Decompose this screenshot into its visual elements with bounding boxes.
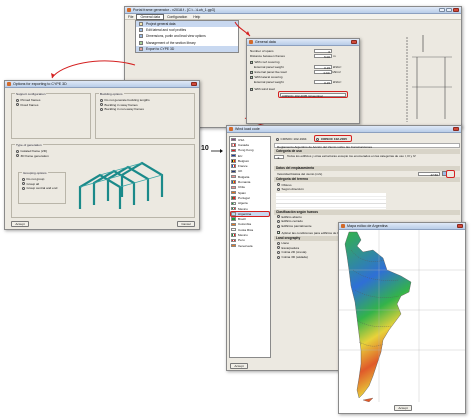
wind-load-title: Wind load code <box>235 127 260 131</box>
mexico-flag-icon <box>231 233 236 237</box>
nonsway-buckling-radio[interactable]: Buckling in non-sway frames <box>100 107 150 112</box>
romania-flag-icon <box>231 180 236 184</box>
number-of-spans-field[interactable]: 6 <box>314 48 332 54</box>
terrain-description <box>276 192 386 209</box>
algeria-flag-icon <box>231 201 236 205</box>
hongkong-flag-icon <box>231 148 236 152</box>
lateral-weight-field[interactable]: 0.15 <box>314 80 332 85</box>
spain-flag-icon <box>231 190 236 195</box>
cirsoc-2005-callout <box>314 135 353 143</box>
venezuela-flag-icon <box>231 243 236 248</box>
export-window: Options for exporting to CYPE 3D Support… <box>4 80 200 230</box>
map-window-icon <box>341 224 345 228</box>
category-select[interactable]: II <box>274 155 284 160</box>
pinned-frames-radio[interactable]: Pinned frames <box>16 98 40 103</box>
isolated-frame-radio[interactable]: Isolated frame (2D) <box>16 149 49 154</box>
cirsoc-1994-radio[interactable]: CIRSOC 102-1994 <box>276 137 306 142</box>
general-data-title: General data <box>255 40 276 44</box>
step-badge: 10 <box>201 145 209 152</box>
wind-code-callout <box>278 91 348 99</box>
3d-generation-radio[interactable]: 3D frame generation <box>16 154 49 159</box>
generation-type-group: Type of generation Isolated frame (2D) 3… <box>11 142 195 218</box>
roof-live-load-row: External panel live load0.60kN/m² <box>250 70 356 75</box>
belgium-flag-icon <box>231 159 236 163</box>
canada-flag-icon <box>231 143 236 147</box>
country-venezuela[interactable]: Venezuela <box>230 243 270 248</box>
export-window-titlebar[interactable]: Options for exporting to CYPE 3D <box>5 81 199 88</box>
chile-flag-icon <box>231 185 236 190</box>
grouping-options-group: Grouping options Do not group Group all … <box>18 170 66 204</box>
uk-flag-icon <box>231 169 236 174</box>
general-data-titlebar[interactable]: General data <box>247 39 359 46</box>
eu-flag-icon <box>231 153 236 158</box>
export-accept-button[interactable]: Accept <box>11 221 29 227</box>
wind-speed-field[interactable]: 47.50 <box>418 171 440 177</box>
export-window-icon <box>7 82 11 86</box>
wind-map-title: Mapa eólico de Argentina <box>347 224 388 228</box>
regulation-text: Reglamento Argentino de Acción del Vient… <box>274 143 460 149</box>
badge-arrow <box>211 149 223 153</box>
general-data-window: General data Number of spans 6 Distance b… <box>246 38 360 124</box>
wind-map-titlebar[interactable]: Mapa eólico de Argentina <box>339 223 465 230</box>
argentina-callout <box>230 210 270 217</box>
peru-flag-icon <box>231 238 236 242</box>
distance-frames-field[interactable]: 5.00 <box>314 54 332 59</box>
cirsoc-2005-radio[interactable]: CIRSOC 102-2005 <box>314 135 353 143</box>
3d-frames-preview <box>78 161 164 209</box>
map-accept-button[interactable]: Accept <box>394 405 412 411</box>
bulgaria-flag-icon <box>231 175 236 179</box>
distance-frames-row: Distance between frames 5.00 m <box>250 54 336 60</box>
usa-flag-icon <box>231 137 236 142</box>
wind-accept-button[interactable]: Accept <box>230 363 248 369</box>
portugal-flag-icon <box>231 196 236 200</box>
wind-window-icon <box>229 127 233 131</box>
fixed-frames-radio[interactable]: Fixed frames <box>16 103 40 108</box>
wind-close-button[interactable] <box>453 126 459 132</box>
category-description: Todos los edificios y otras estructuras … <box>287 154 416 158</box>
lateral-weight-row: External panel weight 0.15 kN/m² <box>254 80 342 86</box>
wind-map-window: Mapa eólico de Argentina Accept <box>338 222 466 414</box>
export-close-button[interactable] <box>191 81 197 87</box>
france-flag-icon <box>231 164 236 168</box>
roof-live-load-field[interactable]: 0.60 <box>313 70 332 75</box>
wind-speed-callout <box>446 170 455 178</box>
argentina-wind-map <box>339 230 465 402</box>
no-buckling-radio[interactable]: Do not generate buckling lengths <box>100 98 150 103</box>
costarica-flag-icon <box>231 228 236 232</box>
country-list: USA Canada Hong Kong EU Belgium France U… <box>229 136 271 358</box>
terrain-direction-radio[interactable]: Según dirección <box>274 187 460 192</box>
country-argentina[interactable]: Argentina <box>230 210 270 217</box>
export-cancel-button[interactable]: Cancel <box>177 221 195 227</box>
wind-speed-row: Velocidad básica del viento (m/s) 47.50 <box>274 170 460 178</box>
buckling-options-group: Buckling options Do not generate bucklin… <box>95 91 195 139</box>
group-central-end-radio[interactable]: Group central and end <box>22 186 57 191</box>
general-data-close-button[interactable] <box>351 39 357 45</box>
general-data-icon <box>249 40 253 44</box>
support-config-group: Support configuration Pinned frames Fixe… <box>11 91 91 139</box>
map-close-button[interactable] <box>457 223 463 229</box>
wind-load-titlebar[interactable]: Wind load code <box>227 126 461 133</box>
roof-weight-row: External panel weight 0.15 kN/m² <box>254 65 342 71</box>
mexico-flag-icon <box>231 206 236 211</box>
export-window-title: Options for exporting to CYPE 3D <box>13 82 67 86</box>
brazil-flag-icon <box>231 217 236 221</box>
roof-weight-field[interactable]: 0.15 <box>314 65 332 70</box>
colombia-flag-icon <box>231 222 236 227</box>
